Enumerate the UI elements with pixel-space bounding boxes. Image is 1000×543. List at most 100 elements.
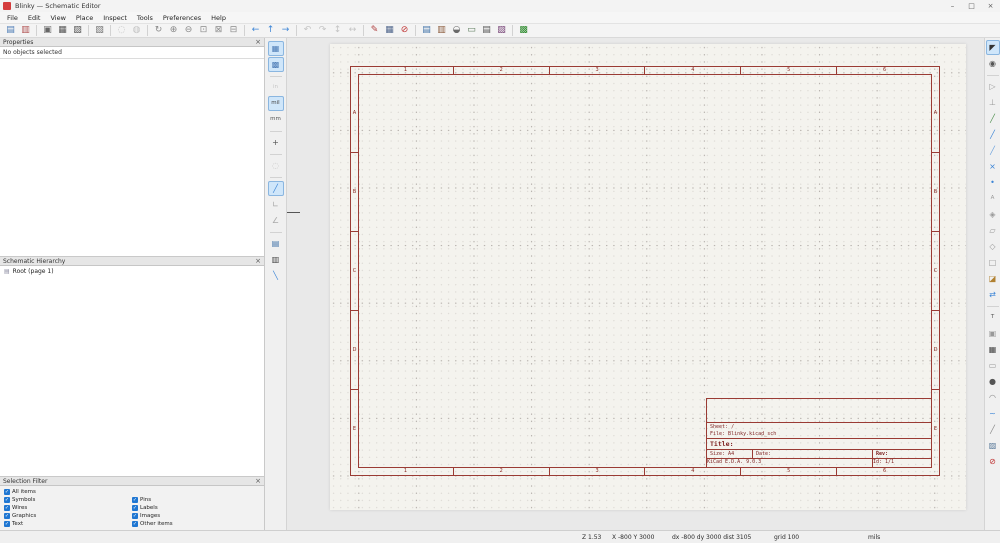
- place-image-button[interactable]: ▨: [986, 438, 1000, 453]
- footprint-editor-button[interactable]: ◒: [449, 24, 464, 37]
- hierarchical-label-button[interactable]: ◇: [986, 239, 1000, 254]
- refresh-button[interactable]: ↻: [151, 24, 166, 37]
- properties-panel-button[interactable]: ▥: [268, 252, 284, 267]
- place-symbol-button[interactable]: ▷: [986, 79, 1000, 94]
- units-mils-button[interactable]: mil: [268, 96, 284, 111]
- draw-wire-button[interactable]: ╱: [986, 111, 1000, 126]
- zoom-to-objects-button[interactable]: ⊠: [211, 24, 226, 37]
- units-mm-button[interactable]: mm: [268, 112, 284, 127]
- zoom-in-button[interactable]: ⊕: [166, 24, 181, 37]
- filter-images[interactable]: ✓Images: [132, 512, 260, 519]
- annotate-button[interactable]: ✎: [367, 24, 382, 37]
- draw-table-button[interactable]: ▦: [986, 342, 1000, 357]
- zoom-out-button[interactable]: ⊖: [181, 24, 196, 37]
- symbol-fields-table-button[interactable]: ▦: [382, 24, 397, 37]
- filter-graphics[interactable]: ✓Graphics: [4, 512, 132, 519]
- menu-place[interactable]: Place: [71, 12, 98, 23]
- erc-button[interactable]: ⊘: [397, 24, 412, 37]
- menu-file[interactable]: File: [2, 12, 23, 23]
- find-replace-button[interactable]: ◍: [129, 24, 144, 37]
- close-button[interactable]: ×: [981, 0, 1000, 12]
- schematic-canvas[interactable]: 123456 123456 ABCDE ABCDE Sheet: / File:…: [287, 38, 984, 530]
- hierarchy-navigator-button[interactable]: ▤: [419, 24, 434, 37]
- mirror-vertical-button[interactable]: ↕: [330, 24, 345, 37]
- grid-overrides-button[interactable]: ▩: [268, 57, 284, 72]
- menu-tools[interactable]: Tools: [132, 12, 158, 23]
- hierarchy-navigator-panel-button[interactable]: ▤: [268, 236, 284, 251]
- plot-button[interactable]: ▨: [70, 24, 85, 37]
- symbol-editor-button[interactable]: ▥: [434, 24, 449, 37]
- menu-help[interactable]: Help: [206, 12, 231, 23]
- filter-symbols[interactable]: ✓Symbols: [4, 496, 132, 503]
- hidden-pins-button[interactable]: ◌: [268, 158, 284, 173]
- filter-text[interactable]: ✓Text: [4, 520, 132, 527]
- line-mode-free-button[interactable]: ╱: [268, 181, 284, 196]
- directive-label-button[interactable]: ◈: [986, 207, 1000, 222]
- hierarchy-tree-item[interactable]: ▤Root (page 1): [0, 266, 264, 275]
- draw-line-button[interactable]: ╱: [986, 422, 1000, 437]
- select-tool-button[interactable]: ◤: [986, 40, 1000, 55]
- close-icon[interactable]: ×: [255, 39, 261, 46]
- erc-icon: ⊘: [401, 26, 409, 35]
- no-connect-flag-icon: ×: [989, 163, 996, 171]
- filter-labels[interactable]: ✓Labels: [132, 504, 260, 511]
- text-box-button[interactable]: ▣: [986, 326, 1000, 341]
- draw-bus-button[interactable]: ╱: [986, 127, 1000, 142]
- maximize-button[interactable]: □: [962, 0, 981, 12]
- grid-visibility-button[interactable]: ▦: [268, 41, 284, 56]
- filter-all-items[interactable]: ✓All items: [4, 488, 132, 495]
- global-label-button[interactable]: ▱: [986, 223, 1000, 238]
- filter-pins[interactable]: ✓Pins: [132, 496, 260, 503]
- sync-sheet-pins-button[interactable]: ⇄: [986, 287, 1000, 302]
- draw-circle-button[interactable]: ●: [986, 374, 1000, 389]
- menu-view[interactable]: View: [45, 12, 70, 23]
- menu-edit[interactable]: Edit: [23, 12, 46, 23]
- navigate-back-button[interactable]: ←: [248, 24, 263, 37]
- find-button[interactable]: ◌: [114, 24, 129, 37]
- schematic-page[interactable]: 123456 123456 ABCDE ABCDE Sheet: / File:…: [330, 44, 966, 510]
- minimize-button[interactable]: –: [943, 0, 962, 12]
- menu-inspect[interactable]: Inspect: [98, 12, 132, 23]
- zoom-to-selection-button[interactable]: ⊟: [226, 24, 241, 37]
- selection-filter-panel-button[interactable]: ╲: [268, 268, 284, 283]
- netlist-export-button[interactable]: ▨: [494, 24, 509, 37]
- switch-to-pcb-button[interactable]: ▩: [516, 24, 531, 37]
- draw-arc-button[interactable]: ◠: [986, 390, 1000, 405]
- no-connect-flag-button[interactable]: ×: [986, 159, 1000, 174]
- schematic-setup-button[interactable]: ▥: [18, 24, 33, 37]
- place-sheet-pin-button[interactable]: ◪: [986, 271, 1000, 286]
- line-mode-90-button[interactable]: ∟: [268, 197, 284, 212]
- paste-button[interactable]: ▧: [92, 24, 107, 37]
- toolbar-separator: [244, 25, 245, 36]
- place-text-button[interactable]: T: [986, 310, 1000, 325]
- assign-footprints-button[interactable]: ▭: [464, 24, 479, 37]
- junction-button[interactable]: •: [986, 175, 1000, 190]
- rotate-cw-button[interactable]: ↷: [315, 24, 330, 37]
- delete-tool-button[interactable]: ⊘: [986, 454, 1000, 469]
- units-inches-button[interactable]: in: [268, 80, 284, 95]
- save-button[interactable]: ▤: [3, 24, 18, 37]
- zoom-to-fit-button[interactable]: ⊡: [196, 24, 211, 37]
- line-mode-45-button[interactable]: ∠: [268, 213, 284, 228]
- bom-button[interactable]: ▤: [479, 24, 494, 37]
- bus-entry-button[interactable]: ╱: [986, 143, 1000, 158]
- mirror-horizontal-button[interactable]: ↔: [345, 24, 360, 37]
- menu-preferences[interactable]: Preferences: [158, 12, 206, 23]
- draw-rectangle-button[interactable]: ▭: [986, 358, 1000, 373]
- highlight-net-tool-button[interactable]: ◉: [986, 56, 1000, 71]
- draw-bezier-button[interactable]: ~: [986, 406, 1000, 421]
- rotate-ccw-button[interactable]: ↶: [300, 24, 315, 37]
- close-icon[interactable]: ×: [255, 258, 261, 265]
- navigate-forward-button[interactable]: →: [278, 24, 293, 37]
- crosshair-shape-button[interactable]: +: [268, 135, 284, 150]
- place-power-symbol-button[interactable]: ⊥: [986, 95, 1000, 110]
- filter-other-items[interactable]: ✓Other items: [132, 520, 260, 527]
- filter-wires[interactable]: ✓Wires: [4, 504, 132, 511]
- zone-column-label: 1: [358, 468, 454, 475]
- page-settings-button[interactable]: ▣: [40, 24, 55, 37]
- close-icon[interactable]: ×: [255, 478, 261, 485]
- net-label-button[interactable]: A: [986, 191, 1000, 206]
- draw-sheet-button[interactable]: □: [986, 255, 1000, 270]
- navigate-up-button[interactable]: ↑: [263, 24, 278, 37]
- print-button[interactable]: ▦: [55, 24, 70, 37]
